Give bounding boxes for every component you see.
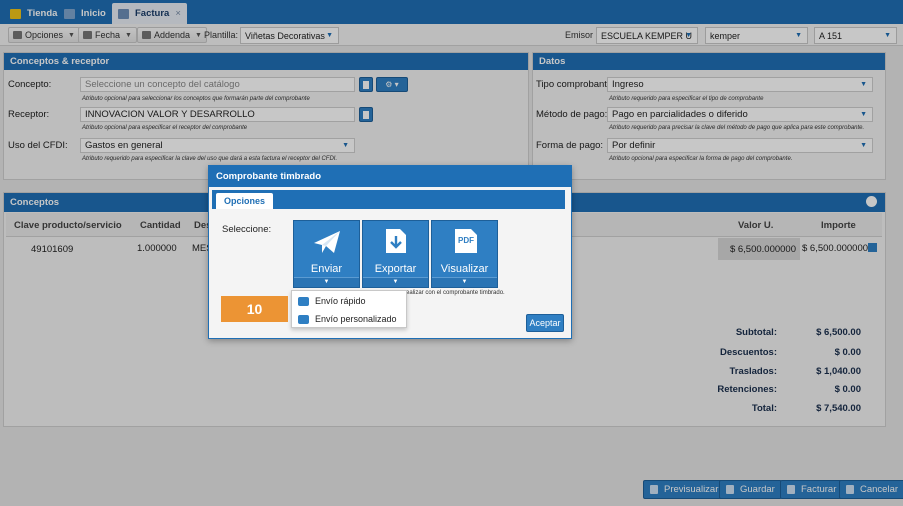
- button-label: Visualizar: [440, 263, 489, 275]
- paper-plane-icon: [314, 231, 340, 253]
- button-label: Enviar: [310, 263, 343, 275]
- pdf-label: PDF: [458, 236, 474, 245]
- enviar-button[interactable]: Enviar ▼: [293, 220, 360, 288]
- aceptar-button[interactable]: Aceptar: [526, 314, 564, 332]
- envelope-icon: [298, 314, 309, 324]
- visualizar-button[interactable]: PDF Visualizar ▼: [431, 220, 498, 288]
- menu-item-label: Envío rápido: [315, 296, 366, 306]
- dialog-hint: a realizar con el comprobante timbrado.: [399, 290, 505, 296]
- exportar-button[interactable]: Exportar ▼: [362, 220, 429, 288]
- envelope-icon: [298, 296, 309, 306]
- menu-item-envio-personalizado[interactable]: Envío personalizado: [298, 312, 397, 326]
- chevron-down-icon[interactable]: ▼: [432, 277, 497, 287]
- dialog-tab-bar: Opciones: [212, 190, 565, 209]
- chevron-down-icon[interactable]: ▼: [294, 277, 359, 287]
- menu-item-envio-rapido[interactable]: Envío rápido: [298, 294, 366, 308]
- seleccione-label: Seleccione:: [222, 224, 272, 235]
- dialog-title: Comprobante timbrado: [209, 166, 571, 187]
- enviar-menu: Envío rápido Envío personalizado: [291, 290, 407, 328]
- menu-item-label: Envío personalizado: [315, 314, 397, 324]
- download-icon: [386, 229, 406, 253]
- step-callout: 10: [221, 296, 288, 322]
- button-label: Exportar: [374, 263, 417, 275]
- chevron-down-icon[interactable]: ▼: [363, 277, 428, 287]
- tab-opciones[interactable]: Opciones: [216, 193, 274, 209]
